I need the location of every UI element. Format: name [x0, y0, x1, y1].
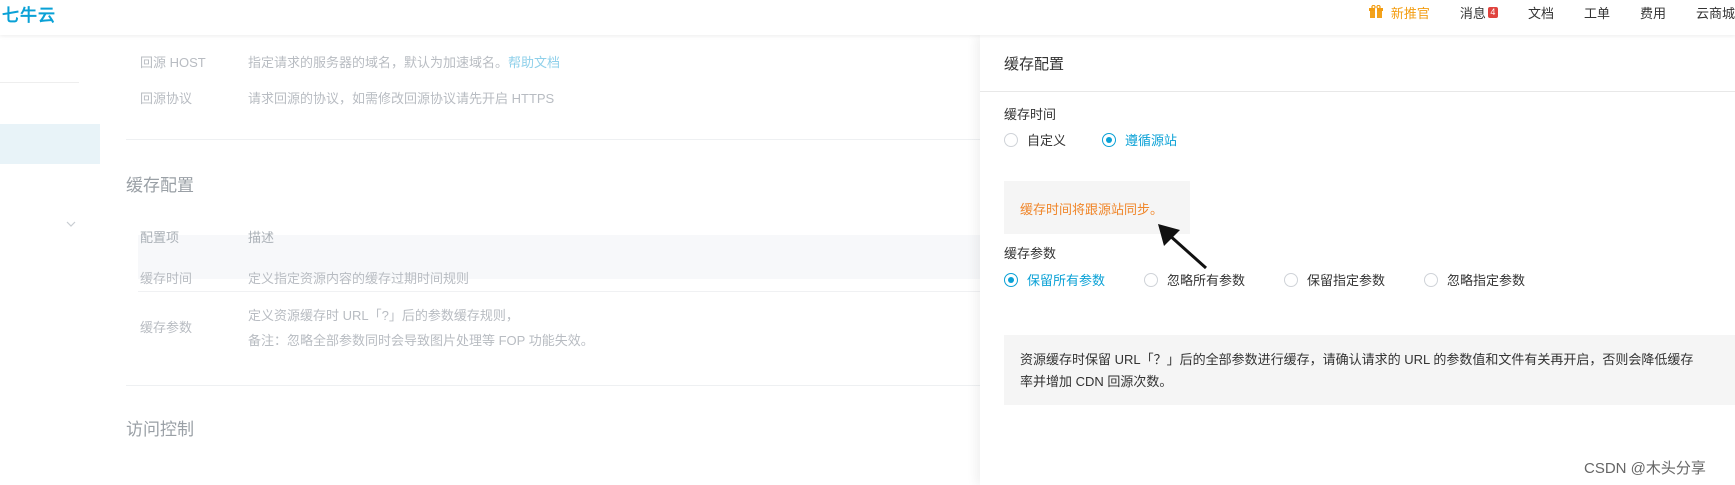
sidebar-divider — [0, 82, 79, 83]
radio-follow-origin[interactable]: 遵循源站 — [1102, 130, 1177, 149]
messages-link[interactable]: 消息 4 — [1460, 3, 1498, 22]
messages-label: 消息 — [1459, 5, 1486, 21]
radio-ignore-specified-params[interactable]: 忽略指定参数 — [1424, 270, 1525, 289]
cache-section-title: 缓存配置 — [126, 176, 194, 195]
top-nav-links: 新推官 消息 4 文档 工单 费用 云商城 — [1339, 2, 1735, 22]
help-doc-link[interactable]: 帮助文档 — [508, 55, 560, 70]
table-header-description: 描述 — [248, 230, 275, 245]
radio-label: 保留所有参数 — [1027, 273, 1106, 288]
sidebar-active-item[interactable] — [0, 124, 100, 164]
tickets-link[interactable]: 工单 — [1584, 3, 1610, 22]
qiniu-logo[interactable]: 七牛云 — [2, 1, 56, 26]
section-divider — [126, 139, 980, 140]
row-desc-cache-params-1: 定义资源缓存时 URL「?」后的参数缓存规则， — [248, 308, 519, 323]
chevron-down-icon[interactable] — [66, 219, 76, 229]
sidebar — [0, 35, 100, 485]
radio-label: 遵循源站 — [1125, 133, 1178, 148]
row-desc-cache-time: 定义指定资源内容的缓存过期时间规则 — [248, 271, 470, 286]
table-header-config-item: 配置项 — [140, 230, 180, 245]
row-key-origin-protocol: 回源协议 — [140, 91, 193, 106]
row-key-cache-params: 缓存参数 — [140, 320, 193, 335]
annotation-arrow-icon — [1158, 224, 1208, 270]
origin-host-desc: 指定请求的服务器的域名，默认为加速域名。 — [248, 55, 509, 70]
radio-label: 忽略指定参数 — [1447, 273, 1526, 288]
row-desc-cache-params-2: 备注：忽略全部参数同时会导致图片处理等 FOP 功能失效。 — [248, 333, 594, 348]
domain-config-page: 回源 HOST 指定请求的服务器的域名，默认为加速域名。帮助文档 回源协议 请求… — [100, 35, 980, 485]
radio-circle-selected — [1102, 132, 1116, 147]
radio-circle — [1284, 272, 1298, 287]
top-navigation-bar: 七牛云 新推官 消息 4 文档 工单 费用 云商城 — [0, 0, 1735, 35]
billing-link[interactable]: 费用 — [1640, 3, 1666, 22]
radio-circle — [1004, 132, 1018, 147]
radio-ignore-all-params[interactable]: 忽略所有参数 — [1144, 270, 1245, 289]
section-divider — [126, 385, 980, 386]
radio-circle — [1424, 272, 1438, 287]
new-promoter-link[interactable]: 新推官 — [1368, 3, 1430, 22]
cache-time-label: 缓存时间 — [1004, 107, 1057, 122]
docs-link[interactable]: 文档 — [1528, 3, 1554, 22]
row-key-origin-host: 回源 HOST — [140, 55, 206, 70]
cache-param-label: 缓存参数 — [1004, 246, 1057, 261]
new-promoter-label: 新推官 — [1390, 5, 1430, 21]
radio-custom-cache-time[interactable]: 自定义 — [1004, 130, 1066, 149]
radio-label: 保留指定参数 — [1307, 273, 1386, 288]
cache-param-note-line2: 率并增加 CDN 回源次数。 — [1020, 374, 1173, 389]
radio-label: 忽略所有参数 — [1167, 273, 1246, 288]
cache-config-drawer: 缓存配置 缓存时间 自定义 遵循源站 缓存时间将跟源站同步。 缓存参数 保留所有… — [980, 35, 1735, 485]
drawer-header-divider — [980, 91, 1735, 92]
cache-param-note: 资源缓存时保留 URL「？」后的全部参数进行缓存，请确认请求的 URL 的参数值… — [1004, 335, 1735, 405]
store-link[interactable]: 云商城 — [1696, 3, 1735, 22]
table-row-divider — [138, 291, 980, 292]
drawer-title: 缓存配置 — [1004, 56, 1065, 73]
radio-keep-specified-params[interactable]: 保留指定参数 — [1284, 270, 1385, 289]
radio-keep-all-params[interactable]: 保留所有参数 — [1004, 270, 1105, 289]
gift-icon — [1368, 5, 1383, 18]
radio-label: 自定义 — [1027, 133, 1067, 148]
radio-circle — [1144, 272, 1158, 287]
row-desc-origin-host: 指定请求的服务器的域名，默认为加速域名。帮助文档 — [248, 52, 560, 71]
csdn-watermark: CSDN @木头分享 — [1584, 460, 1706, 477]
cache-param-note-line1: 资源缓存时保留 URL「？」后的全部参数进行缓存，请确认请求的 URL 的参数值… — [1020, 352, 1694, 367]
access-control-section-title: 访问控制 — [126, 420, 194, 439]
row-desc-origin-protocol: 请求回源的协议，如需修改回源协议请先开启 HTTPS — [248, 91, 555, 106]
row-key-cache-time: 缓存时间 — [140, 271, 193, 286]
radio-circle-selected — [1004, 272, 1018, 287]
message-count-badge: 4 — [1487, 6, 1498, 18]
